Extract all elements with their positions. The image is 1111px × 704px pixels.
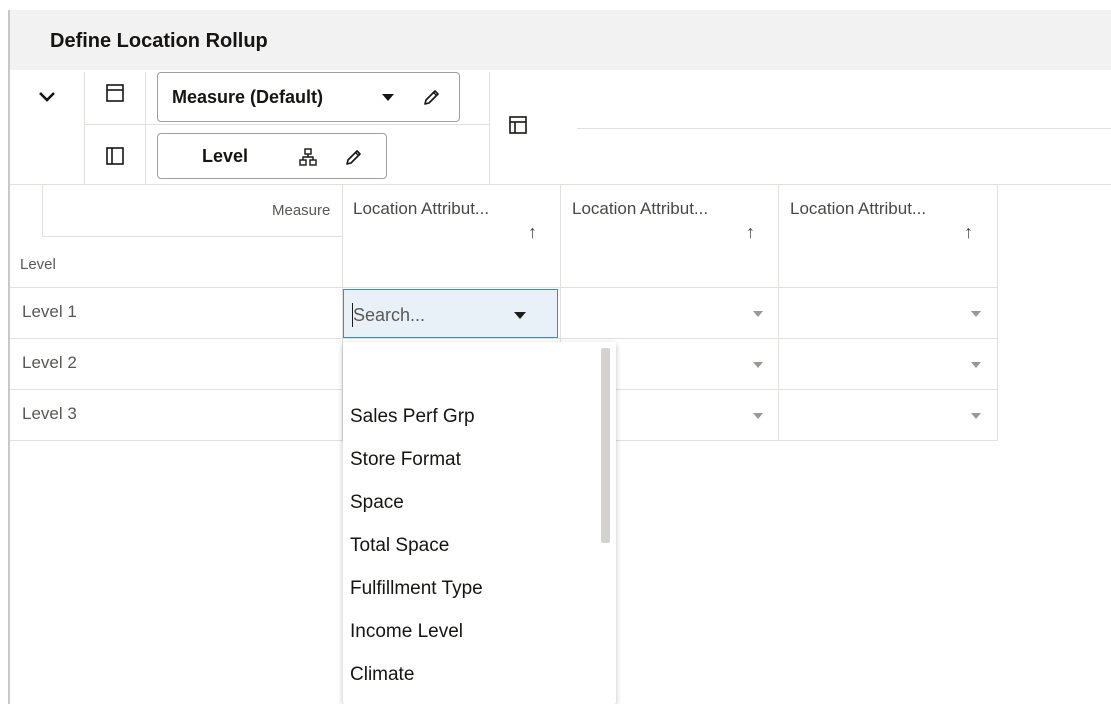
grid-line bbox=[997, 185, 998, 441]
row-layout-icon[interactable] bbox=[105, 83, 125, 103]
dropdown-scrollbar-thumb[interactable] bbox=[601, 348, 610, 543]
page-title: Define Location Rollup bbox=[50, 30, 268, 52]
measure-pill-label: Measure (Default) bbox=[172, 86, 324, 107]
grid-line bbox=[42, 185, 43, 237]
row-label-level-2: Level 2 bbox=[22, 353, 77, 372]
dropdown-option[interactable]: Store Format bbox=[350, 449, 461, 471]
level-pill[interactable]: Level bbox=[157, 133, 387, 179]
corner-measure-label: Measure bbox=[272, 202, 331, 219]
column-header[interactable]: Location Attribut... bbox=[353, 199, 489, 219]
measure-pill[interactable]: Measure (Default) bbox=[157, 72, 460, 122]
caret-down-icon[interactable] bbox=[514, 312, 526, 319]
cell-dropdown-caret-icon[interactable] bbox=[971, 362, 981, 368]
sort-ascending-icon[interactable]: ↑ bbox=[528, 222, 537, 243]
toolbar-divider bbox=[577, 128, 1111, 129]
chevron-down-icon[interactable] bbox=[37, 87, 57, 107]
hierarchy-icon bbox=[299, 148, 317, 166]
cell-dropdown-caret-icon[interactable] bbox=[753, 413, 763, 419]
cell-dropdown-caret-icon[interactable] bbox=[971, 311, 981, 317]
caret-down-icon[interactable] bbox=[382, 94, 394, 102]
dropdown-option[interactable]: Total Space bbox=[350, 535, 449, 557]
pencil-icon[interactable] bbox=[422, 87, 442, 107]
dropdown-option[interactable]: Income Level bbox=[350, 621, 463, 643]
cell-dropdown-caret-icon[interactable] bbox=[753, 362, 763, 368]
toolbar-divider bbox=[84, 72, 85, 184]
column-header[interactable]: Location Attribut... bbox=[572, 199, 708, 219]
column-layout-icon[interactable] bbox=[105, 146, 125, 166]
sort-ascending-icon[interactable]: ↑ bbox=[746, 222, 755, 243]
left-rule bbox=[8, 10, 10, 704]
toolbar-divider bbox=[145, 72, 146, 184]
cell-dropdown-caret-icon[interactable] bbox=[971, 413, 981, 419]
dropdown-option[interactable]: Space bbox=[350, 492, 404, 514]
grid-line bbox=[10, 287, 998, 288]
cell-search-input[interactable]: Search... bbox=[343, 289, 558, 338]
grid-line bbox=[778, 185, 779, 441]
toolbar-divider bbox=[489, 72, 490, 184]
dropdown-list[interactable]: Sales Perf Grp Store Format Space Total … bbox=[343, 342, 616, 704]
row-label-level-1: Level 1 bbox=[22, 302, 77, 321]
cell-dropdown-caret-icon[interactable] bbox=[753, 311, 763, 317]
pencil-icon[interactable] bbox=[344, 147, 364, 167]
dropdown-option[interactable]: Sales Perf Grp bbox=[350, 406, 475, 428]
level-pill-label: Level bbox=[202, 145, 249, 166]
corner-level-label: Level bbox=[20, 256, 56, 273]
row-label-level-3: Level 3 bbox=[22, 404, 77, 423]
grid-line bbox=[42, 236, 342, 237]
grid-line bbox=[10, 338, 998, 339]
layout-icon[interactable] bbox=[508, 115, 528, 135]
dropdown-option[interactable]: Fulfillment Type bbox=[350, 578, 483, 600]
sort-ascending-icon[interactable]: ↑ bbox=[964, 222, 973, 243]
column-header[interactable]: Location Attribut... bbox=[790, 199, 926, 219]
search-placeholder: Search... bbox=[353, 305, 426, 325]
dropdown-option[interactable]: Climate bbox=[350, 664, 414, 686]
text-cursor bbox=[352, 303, 353, 327]
